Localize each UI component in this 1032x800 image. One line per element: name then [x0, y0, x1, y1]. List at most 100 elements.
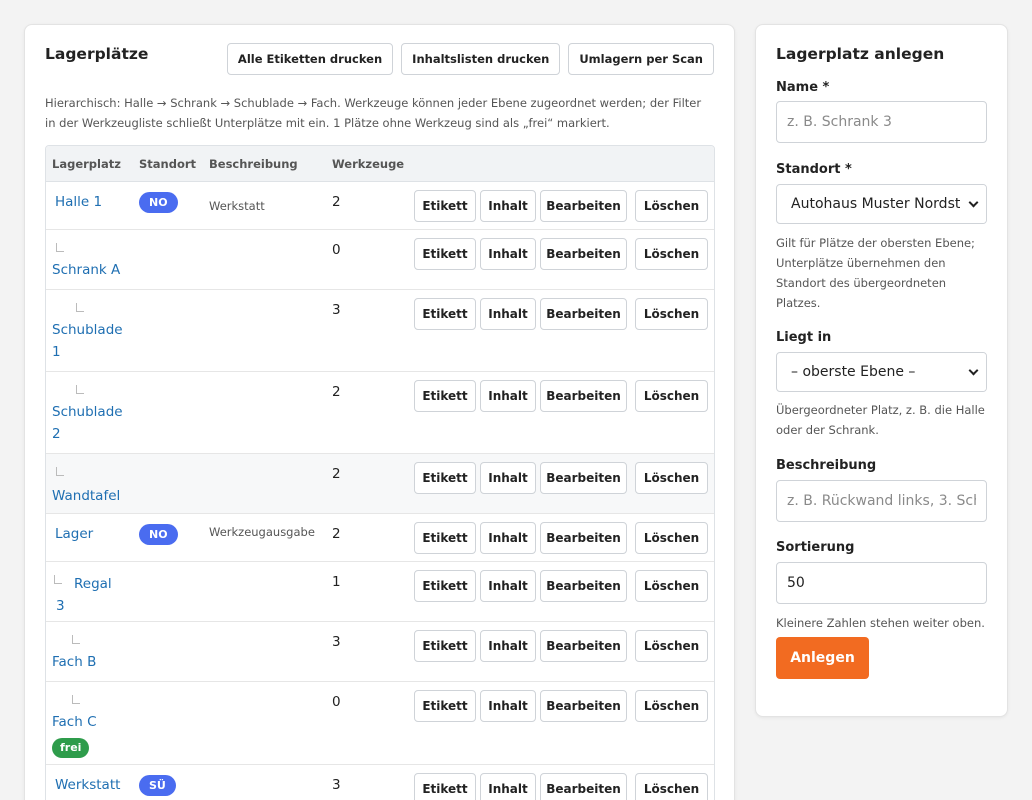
- name-label: Name *: [776, 80, 830, 95]
- tool-count: 0: [332, 242, 341, 258]
- parent-selected-value: – oberste Ebene –: [791, 364, 916, 380]
- edit-button[interactable]: Bearbeiten: [540, 462, 627, 494]
- parent-help: Übergeordneter Platz, z. B. die Halle od…: [776, 403, 985, 437]
- delete-button[interactable]: Löschen: [635, 190, 708, 222]
- standort-help: Gilt für Plätze der obersten Ebene; Unte…: [776, 236, 975, 310]
- location-link[interactable]: Halle 1: [55, 191, 102, 213]
- edit-button[interactable]: Bearbeiten: [540, 522, 627, 554]
- intro-line-1: Hierarchisch: Halle → Schrank → Schublad…: [45, 96, 702, 110]
- edit-button[interactable]: Bearbeiten: [540, 238, 627, 270]
- tool-count: 3: [332, 777, 341, 793]
- toolbar: Alle Etiketten drucken Inhaltslisten dru…: [226, 43, 714, 75]
- col-lagerplatz: Lagerplatz: [52, 157, 121, 171]
- form-title: Lagerplatz anlegen: [776, 45, 945, 63]
- parent-label: Liegt in: [776, 330, 832, 345]
- label-button[interactable]: Etikett: [414, 462, 476, 494]
- label-button[interactable]: Etikett: [414, 190, 476, 222]
- label-button[interactable]: Etikett: [414, 380, 476, 412]
- intro-text: Hierarchisch: Halle → Schrank → Schublad…: [45, 93, 725, 133]
- edit-button[interactable]: Bearbeiten: [540, 630, 627, 662]
- contents-button[interactable]: Inhalt: [480, 570, 536, 602]
- location-link[interactable]: Schrank A: [52, 259, 120, 281]
- free-badge: frei: [52, 736, 90, 758]
- delete-button[interactable]: Löschen: [635, 773, 708, 800]
- relocate-by-scan-button[interactable]: Umlagern per Scan: [568, 43, 714, 75]
- edit-button[interactable]: Bearbeiten: [540, 690, 627, 722]
- edit-button[interactable]: Bearbeiten: [540, 380, 627, 412]
- location-link[interactable]: Fach B: [52, 651, 96, 673]
- table-row: Regal 3 1 Etikett Inhalt Bearbeiten Lösch…: [46, 562, 714, 622]
- label-button[interactable]: Etikett: [414, 630, 476, 662]
- edit-button[interactable]: Bearbeiten: [540, 190, 627, 222]
- name-input[interactable]: [776, 101, 987, 143]
- description-label: Beschreibung: [776, 458, 877, 473]
- tool-count: 2: [332, 526, 341, 542]
- location-link[interactable]: Fach C: [52, 711, 97, 733]
- delete-button[interactable]: Löschen: [635, 690, 708, 722]
- contents-button[interactable]: Inhalt: [480, 522, 536, 554]
- location-link[interactable]: Schublade 2: [52, 401, 123, 445]
- contents-button[interactable]: Inhalt: [480, 462, 536, 494]
- create-location-form: Lagerplatz anlegen Name * Standort * Aut…: [755, 24, 1008, 717]
- contents-button[interactable]: Inhalt: [480, 298, 536, 330]
- sort-label: Sortierung: [776, 540, 855, 555]
- contents-button[interactable]: Inhalt: [480, 190, 536, 222]
- label-button[interactable]: Etikett: [414, 238, 476, 270]
- edit-button[interactable]: Bearbeiten: [540, 298, 627, 330]
- page-title: Lagerplätze: [45, 45, 149, 63]
- delete-button[interactable]: Löschen: [635, 380, 708, 412]
- print-all-labels-button[interactable]: Alle Etiketten drucken: [226, 43, 394, 75]
- table-row: Halle 1 NO Werkstatt 2 Etikett Inhalt Be…: [46, 182, 714, 230]
- table-row: Schrank A 0 Etikett Inhalt Bearbeiten Lö…: [46, 230, 714, 290]
- edit-button[interactable]: Bearbeiten: [540, 570, 627, 602]
- sort-help: Kleinere Zahlen stehen weiter oben.: [776, 616, 985, 630]
- create-button[interactable]: Anlegen: [776, 637, 869, 679]
- table-row: Fach B 3 Etikett Inhalt Bearbeiten Lösch…: [46, 622, 714, 682]
- chevron-down-icon: [960, 185, 986, 223]
- location-link[interactable]: Wandtafel: [52, 485, 120, 507]
- tree-branch-icon: [56, 465, 66, 487]
- contents-button[interactable]: Inhalt: [480, 773, 536, 800]
- row-description: Werkstatt: [209, 199, 265, 213]
- parent-select[interactable]: – oberste Ebene –: [776, 352, 987, 392]
- label-button[interactable]: Etikett: [414, 773, 476, 800]
- location-link[interactable]: Regal 3: [54, 573, 112, 617]
- location-link[interactable]: Schublade 1: [52, 319, 123, 363]
- location-link[interactable]: Werkstatt: [55, 774, 120, 796]
- table-row: Werkstatt SÜ 3 Etikett Inhalt Bearbeiten…: [46, 765, 714, 800]
- delete-button[interactable]: Löschen: [635, 522, 708, 554]
- label-button[interactable]: Etikett: [414, 690, 476, 722]
- contents-button[interactable]: Inhalt: [480, 238, 536, 270]
- table-row: Wandtafel 2 Etikett Inhalt Bearbeiten Lö…: [46, 454, 714, 514]
- label-button[interactable]: Etikett: [414, 522, 476, 554]
- tool-count: 1: [332, 574, 341, 590]
- label-button[interactable]: Etikett: [414, 570, 476, 602]
- delete-button[interactable]: Löschen: [635, 238, 708, 270]
- col-standort: Standort: [139, 157, 197, 171]
- edit-button[interactable]: Bearbeiten: [540, 773, 627, 800]
- contents-button[interactable]: Inhalt: [480, 690, 536, 722]
- sort-input[interactable]: [776, 562, 987, 604]
- table-header: Lagerplatz Standort Beschreibung Werkzeu…: [46, 146, 714, 182]
- standort-badge: SÜ: [139, 775, 176, 796]
- delete-button[interactable]: Löschen: [635, 462, 708, 494]
- delete-button[interactable]: Löschen: [635, 570, 708, 602]
- table-row: Lager NO Werkzeugausgabe 2 Etikett Inhal…: [46, 514, 714, 562]
- label-button[interactable]: Etikett: [414, 298, 476, 330]
- print-content-lists-button[interactable]: Inhaltslisten drucken: [401, 43, 561, 75]
- delete-button[interactable]: Löschen: [635, 298, 708, 330]
- contents-button[interactable]: Inhalt: [480, 630, 536, 662]
- standort-badge: NO: [139, 192, 178, 213]
- standort-select[interactable]: Autohaus Muster Nordstadt: [776, 184, 987, 224]
- location-link[interactable]: Lager: [55, 523, 93, 545]
- chevron-down-icon: [960, 353, 986, 391]
- col-werkzeuge: Werkzeuge: [332, 157, 405, 171]
- description-input[interactable]: [776, 480, 987, 522]
- contents-button[interactable]: Inhalt: [480, 380, 536, 412]
- standort-label: Standort *: [776, 162, 852, 177]
- tool-count: 3: [332, 302, 341, 318]
- tool-count: 0: [332, 694, 341, 710]
- tool-count: 2: [332, 384, 341, 400]
- storage-locations-card: Lagerplätze Alle Etiketten drucken Inhal…: [24, 24, 735, 800]
- delete-button[interactable]: Löschen: [635, 630, 708, 662]
